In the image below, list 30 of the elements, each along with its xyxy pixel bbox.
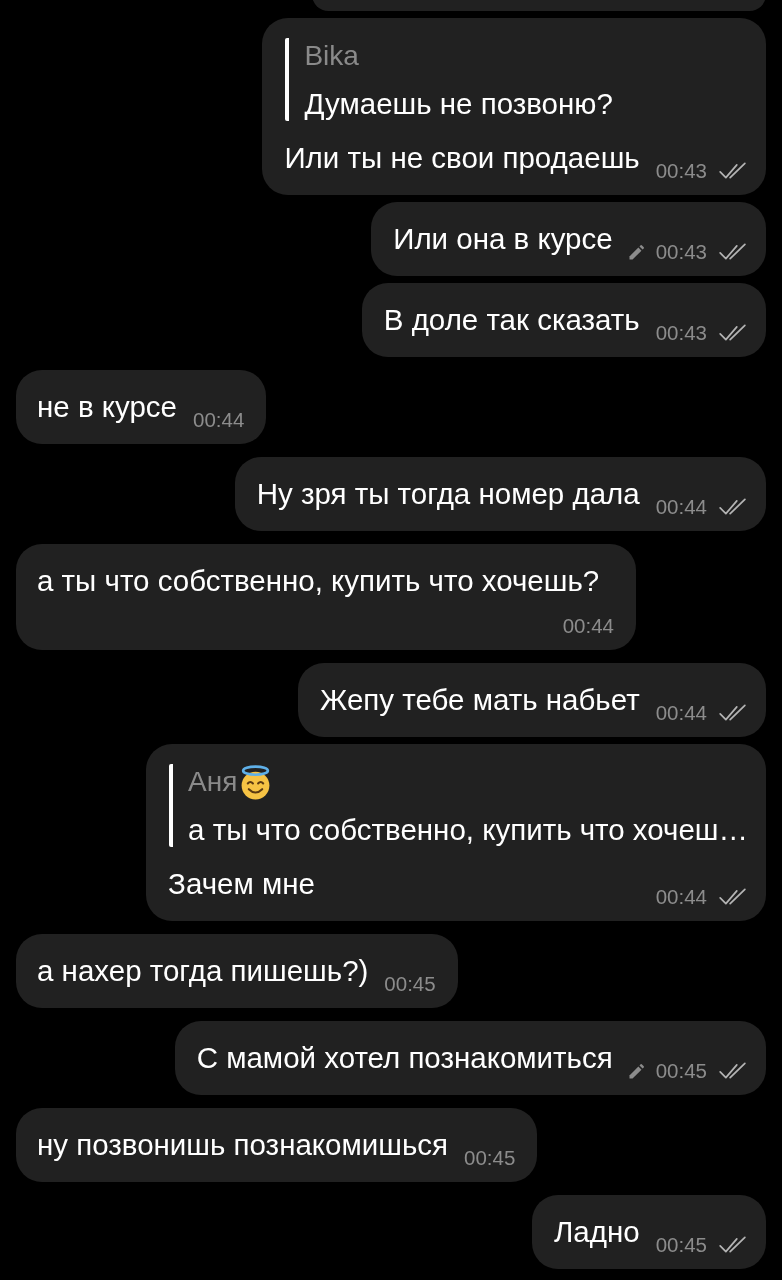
message-text: а нахер тогда пишешь?)	[37, 954, 369, 988]
message-time: 00:45	[464, 1147, 516, 1169]
message-text: ну позвонишь познакомишься	[37, 1128, 448, 1162]
message-text: В доле так сказать	[383, 303, 640, 337]
message-time: 00:45	[655, 1234, 707, 1256]
message-time: 00:44	[655, 496, 707, 518]
message-time: 00:43	[655, 241, 707, 263]
message-time: 00:43	[655, 160, 707, 182]
reply-quote[interactable]: Bika Думаешь не позвоню?	[285, 38, 748, 121]
message-text: Или ты не свои продаешь	[284, 141, 640, 175]
message-time: 00:44	[562, 615, 614, 637]
reply-text: а ты что собственно, купить что хочеш…	[188, 813, 748, 847]
message-time: 00:44	[193, 409, 245, 431]
message-text: Ладно	[554, 1215, 640, 1249]
message-time: 00:44	[655, 702, 707, 724]
message-text: Жепу тебе мать набьет	[320, 683, 640, 717]
message-time: 00:44	[655, 886, 707, 908]
message-text: Или она в курсе	[393, 222, 613, 256]
message-time: 00:45	[655, 1060, 707, 1082]
message-text: С мамой хотел познакомиться	[196, 1041, 613, 1075]
message-time: 00:43	[655, 322, 707, 344]
message-text: Ну зря ты тогда номер дала	[256, 477, 640, 511]
reply-author: Bika	[304, 39, 359, 73]
reply-author: Аня	[188, 765, 238, 799]
message-time: 00:45	[384, 973, 436, 995]
reply-quote[interactable]: Аня а ты что собственно, купить что хочеш…	[169, 764, 748, 847]
message-text: Зачем мне	[168, 867, 315, 901]
message-text: а ты что собственно, купить что хочешь?	[37, 564, 600, 598]
reply-text: Думаешь не позвоню?	[304, 87, 614, 121]
message-text: не в курсе	[37, 390, 177, 424]
